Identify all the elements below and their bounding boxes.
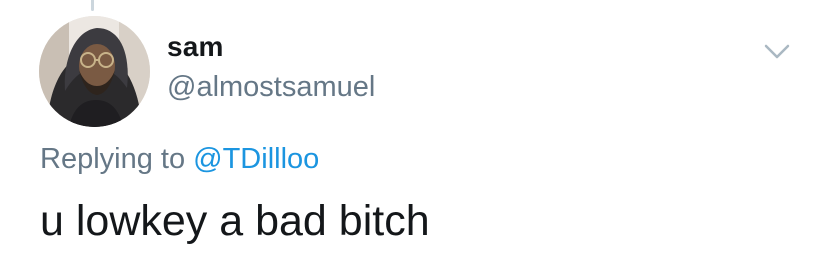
replying-to-line: Replying to @TDillloo	[40, 145, 319, 174]
thread-connector-line	[91, 0, 94, 11]
tweet-text: u lowkey a bad bitch	[40, 197, 430, 245]
avatar[interactable]	[39, 16, 150, 127]
chevron-down-icon	[764, 44, 790, 59]
mention-link[interactable]: @TDillloo	[193, 143, 319, 175]
user-handle[interactable]: @almostsamuel	[167, 73, 375, 102]
replying-to-label: Replying to	[40, 143, 186, 175]
tweet-menu-button[interactable]	[760, 38, 794, 64]
display-name[interactable]: sam	[167, 33, 224, 61]
user-avatar-icon	[39, 16, 150, 127]
